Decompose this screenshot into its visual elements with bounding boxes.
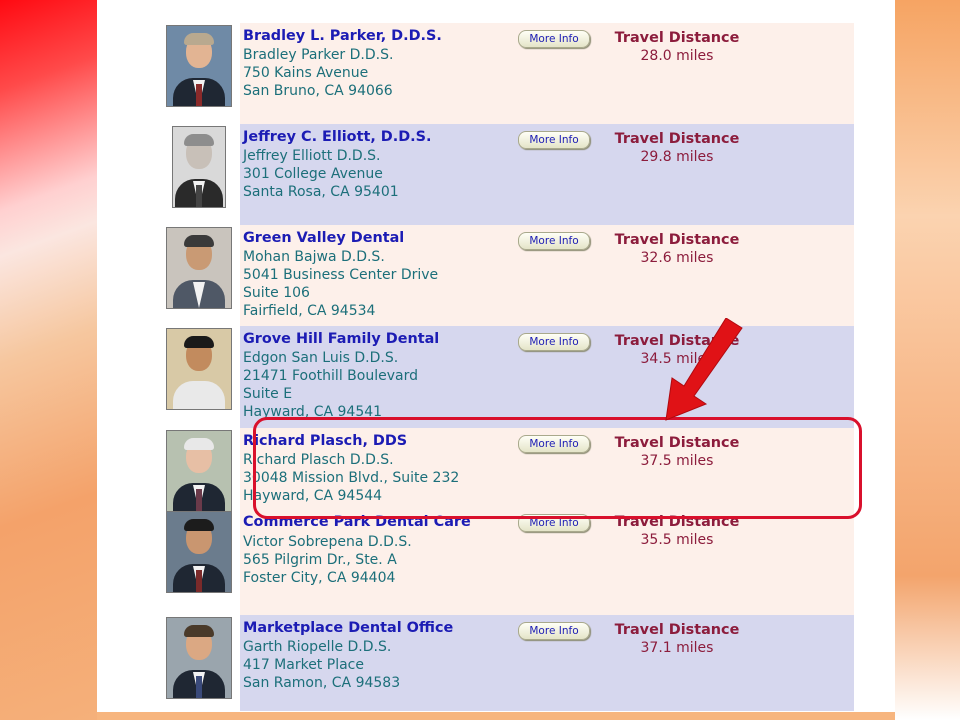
street-address: 5041 Business Center Drive xyxy=(243,267,439,283)
doctor-name: Bradley Parker D.D.S. xyxy=(243,47,394,63)
dentist-photo[interactable] xyxy=(166,25,232,107)
dentist-photo[interactable] xyxy=(172,126,226,208)
listing-content: Grove Hill Family Dental Edgon San Luis … xyxy=(240,326,854,428)
travel-distance-label: Travel Distance xyxy=(614,131,740,147)
city-state-zip: San Ramon, CA 94583 xyxy=(243,675,401,691)
travel-distance-label: Travel Distance xyxy=(614,514,740,530)
photo-cell xyxy=(164,124,240,225)
practice-name-link[interactable]: Jeffrey C. Elliott, D.D.S. xyxy=(243,129,431,145)
doctor-name: Richard Plasch D.D.S. xyxy=(243,452,394,468)
travel-distance-label: Travel Distance xyxy=(614,30,740,46)
photo-cell xyxy=(164,23,240,124)
photo-cell xyxy=(164,511,240,615)
listing-content: Commerce Park Dental Care Victor Sobrepe… xyxy=(240,514,854,615)
more-info-button[interactable]: More Info xyxy=(518,514,590,532)
more-info-button[interactable]: More Info xyxy=(518,435,590,453)
listing-card: Jeffrey C. Elliott, D.D.S. Jeffrey Ellio… xyxy=(164,124,854,225)
listing-card: Grove Hill Family Dental Edgon San Luis … xyxy=(164,326,854,428)
listing-card: Bradley L. Parker, D.D.S. Bradley Parker… xyxy=(164,23,854,124)
listing-content: Green Valley Dental Mohan Bajwa D.D.S. 5… xyxy=(240,225,854,326)
listing-card: Marketplace Dental Office Garth Riopelle… xyxy=(164,615,854,711)
more-info-button[interactable]: More Info xyxy=(518,30,590,48)
travel-distance-value: 35.5 miles xyxy=(640,532,714,548)
travel-distance-value: 29.8 miles xyxy=(640,149,714,165)
street-address: 565 Pilgrim Dr., Ste. A xyxy=(243,552,397,568)
more-info-button[interactable]: More Info xyxy=(518,131,590,149)
street-address: 417 Market Place xyxy=(243,657,364,673)
listing-content: Bradley L. Parker, D.D.S. Bradley Parker… xyxy=(240,23,854,124)
practice-name-link[interactable]: Marketplace Dental Office xyxy=(243,620,453,636)
photo-cell xyxy=(164,326,240,428)
photo-cell xyxy=(164,225,240,326)
practice-name-link[interactable]: Green Valley Dental xyxy=(243,230,404,246)
practice-name-link[interactable]: Bradley L. Parker, D.D.S. xyxy=(243,28,442,44)
city-state-zip: Hayward, CA 94541 xyxy=(243,404,383,420)
travel-distance-value: 37.5 miles xyxy=(640,453,714,469)
travel-distance-label: Travel Distance xyxy=(614,622,740,638)
slide-background-left xyxy=(0,0,97,720)
more-info-button[interactable]: More Info xyxy=(518,622,590,640)
travel-distance-label: Travel Distance xyxy=(614,232,740,248)
listing-content: Richard Plasch, DDS Richard Plasch D.D.S… xyxy=(240,428,854,514)
dentist-results-list: Bradley L. Parker, D.D.S. Bradley Parker… xyxy=(164,23,854,711)
more-info-button[interactable]: More Info xyxy=(518,232,590,250)
photo-cell xyxy=(164,615,240,711)
street-address: 30048 Mission Blvd., Suite 232 xyxy=(243,470,460,486)
doctor-name: Jeffrey Elliott D.D.S. xyxy=(243,148,381,164)
listing-content: Jeffrey C. Elliott, D.D.S. Jeffrey Ellio… xyxy=(240,124,854,225)
city-state-zip: San Bruno, CA 94066 xyxy=(243,83,393,99)
travel-distance-value: 34.5 miles xyxy=(640,351,714,367)
practice-name-link[interactable]: Grove Hill Family Dental xyxy=(243,331,439,347)
listing-card: Commerce Park Dental Care Victor Sobrepe… xyxy=(164,511,854,615)
listing-content: Marketplace Dental Office Garth Riopelle… xyxy=(240,615,854,711)
city-state-zip: Santa Rosa, CA 95401 xyxy=(243,184,399,200)
listing-card-highlighted: Richard Plasch, DDS Richard Plasch D.D.S… xyxy=(164,428,854,514)
city-state-zip: Fairfield, CA 94534 xyxy=(243,303,376,319)
travel-distance-label: Travel Distance xyxy=(614,435,740,451)
street-address: 301 College Avenue xyxy=(243,166,383,182)
practice-name-link[interactable]: Commerce Park Dental Care xyxy=(243,514,471,530)
travel-distance-value: 37.1 miles xyxy=(640,640,714,656)
dentist-photo[interactable] xyxy=(166,328,232,410)
doctor-name: Mohan Bajwa D.D.S. xyxy=(243,249,385,265)
travel-distance-label: Travel Distance xyxy=(614,333,740,349)
doctor-name: Edgon San Luis D.D.S. xyxy=(243,350,399,366)
city-state-zip: Hayward, CA 94544 xyxy=(243,488,383,504)
doctor-name: Victor Sobrepena D.D.S. xyxy=(243,534,412,550)
suite: Suite E xyxy=(243,386,293,402)
doctor-name: Garth Riopelle D.D.S. xyxy=(243,639,392,655)
listing-card: Green Valley Dental Mohan Bajwa D.D.S. 5… xyxy=(164,225,854,326)
street-address: 21471 Foothill Boulevard xyxy=(243,368,418,384)
city-state-zip: Foster City, CA 94404 xyxy=(243,570,396,586)
more-info-button[interactable]: More Info xyxy=(518,333,590,351)
practice-name-link[interactable]: Richard Plasch, DDS xyxy=(243,433,407,449)
photo-cell xyxy=(164,428,240,514)
travel-distance-value: 28.0 miles xyxy=(640,48,714,64)
suite: Suite 106 xyxy=(243,285,310,301)
street-address: 750 Kains Avenue xyxy=(243,65,369,81)
dentist-photo[interactable] xyxy=(166,227,232,309)
dentist-photo[interactable] xyxy=(166,430,232,512)
travel-distance-value: 32.6 miles xyxy=(640,250,714,266)
slide-background-right xyxy=(895,0,960,720)
dentist-photo[interactable] xyxy=(166,617,232,699)
dentist-photo[interactable] xyxy=(166,511,232,593)
